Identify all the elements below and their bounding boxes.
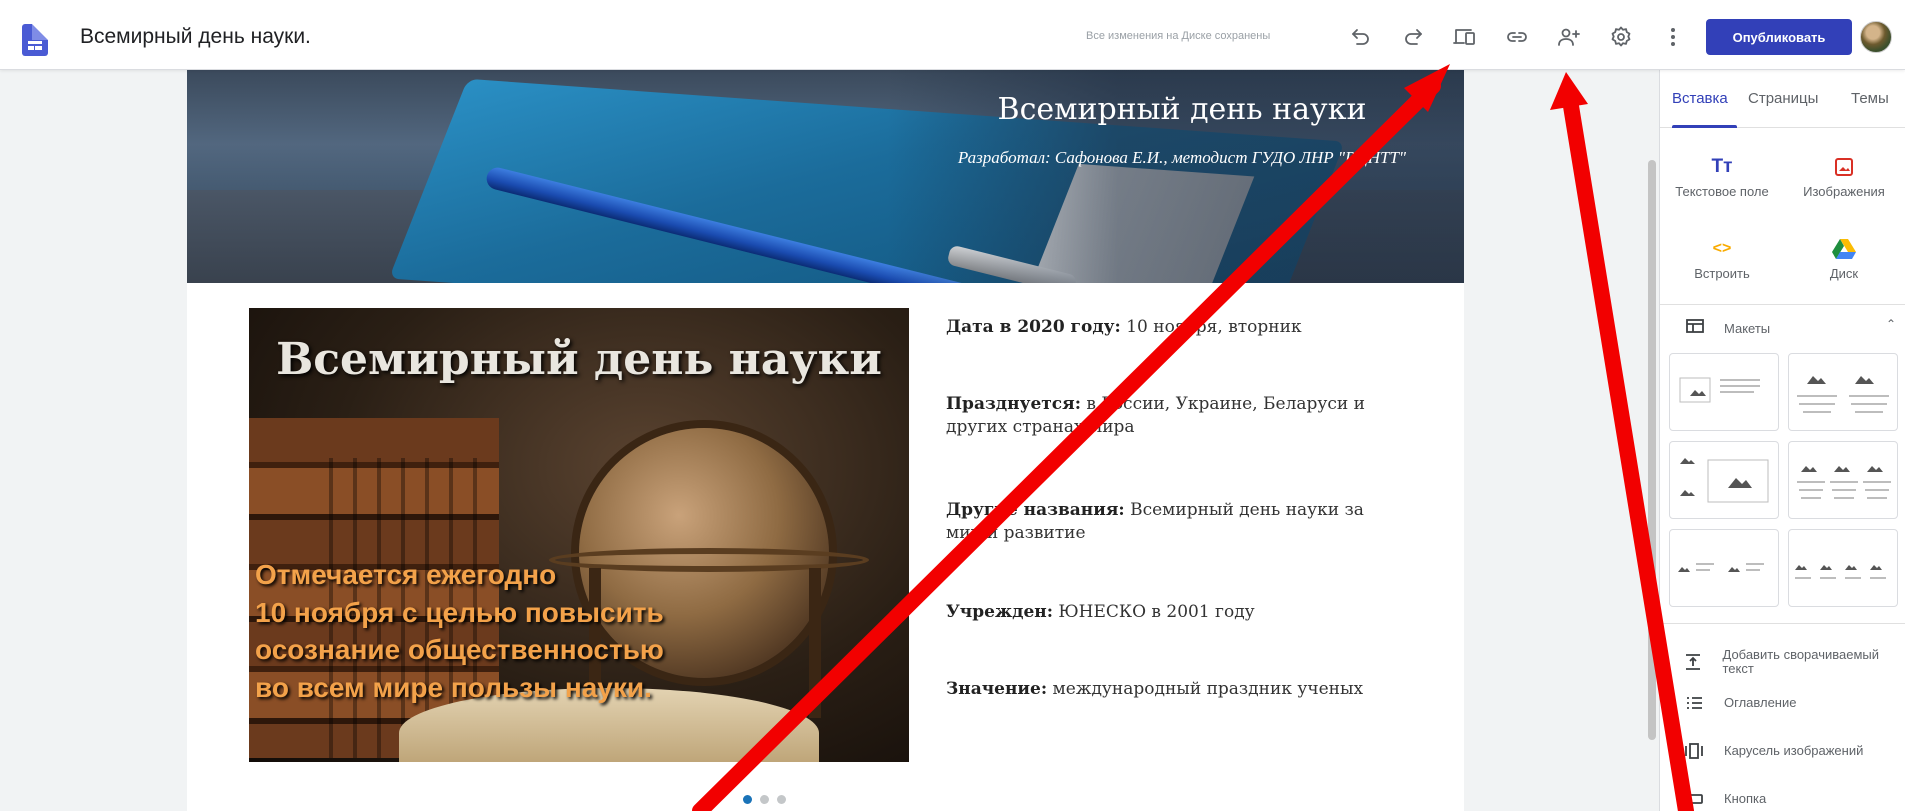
layouts-icon bbox=[1686, 318, 1704, 338]
fact-label: Празднуется: bbox=[946, 394, 1081, 414]
table-of-contents[interactable]: Оглавление bbox=[1682, 690, 1902, 716]
drive-icon bbox=[1784, 236, 1904, 262]
carousel-dot[interactable] bbox=[760, 795, 769, 804]
table-of-contents-icon bbox=[1682, 693, 1706, 713]
image-icon bbox=[1784, 154, 1904, 180]
publish-button[interactable]: Опубликовать bbox=[1706, 19, 1852, 55]
top-bar: Всемирный день науки. Все изменения на Д… bbox=[0, 0, 1905, 70]
site-title[interactable]: Всемирный день науки. bbox=[80, 25, 311, 49]
header-banner[interactable]: Всемирный день науки Разработал: Сафонов… bbox=[187, 70, 1464, 283]
layout-option[interactable] bbox=[1788, 353, 1898, 431]
fact-established: Учрежден: ЮНЕСКО в 2001 году bbox=[946, 601, 1255, 624]
fact-label: Значение: bbox=[946, 679, 1048, 699]
image-caption-line: Отмечается ежегодно bbox=[255, 559, 557, 590]
active-tab-indicator bbox=[1672, 125, 1737, 128]
image-carousel[interactable]: Карусель изображений bbox=[1682, 738, 1902, 764]
google-sites-icon[interactable] bbox=[22, 24, 48, 56]
component-label: Добавить сворачиваемый текст bbox=[1722, 646, 1880, 676]
page-canvas[interactable]: Всемирный день науки Разработал: Сафонов… bbox=[187, 70, 1464, 811]
insert-drive[interactable]: Диск bbox=[1784, 236, 1904, 281]
save-status: Все изменения на Диске сохранены bbox=[1086, 30, 1271, 42]
chevron-up-icon[interactable]: ⌃ bbox=[1886, 317, 1896, 331]
fact-other-names: Другие названия: Всемирный день науки за… bbox=[946, 499, 1394, 545]
insert-embed[interactable]: <> Встроить bbox=[1662, 236, 1782, 281]
panel-divider bbox=[1660, 304, 1905, 305]
image-title: Всемирный день науки bbox=[276, 334, 882, 385]
fact-meaning: Значение: международный праздник ученых bbox=[946, 678, 1363, 701]
preview-devices-icon[interactable] bbox=[1450, 22, 1480, 52]
image-caption-line: осознание общественностью bbox=[255, 634, 664, 666]
insert-text-box[interactable]: Tт Текстовое поле bbox=[1662, 154, 1782, 199]
fact-label: Другие названия: bbox=[946, 500, 1125, 520]
image-caption-line: 10 ноября с целью повысить bbox=[255, 596, 664, 628]
insert-item-label: Текстовое поле bbox=[1675, 184, 1769, 199]
hero-image[interactable]: Всемирный день науки Отмечается ежегодно… bbox=[249, 308, 909, 762]
image-caption-line: во всем мире пользы науки. bbox=[255, 671, 652, 703]
fact-date: Дата в 2020 году: 10 ноября, вторник bbox=[946, 316, 1302, 339]
fact-value: 10 ноября, вторник bbox=[1120, 317, 1302, 337]
text-box-icon: Tт bbox=[1711, 156, 1733, 177]
insert-panel: Вставка Страницы Темы Tт Текстовое поле … bbox=[1659, 70, 1905, 811]
more-vert-icon[interactable] bbox=[1658, 22, 1688, 52]
fact-celebrated: Празднуется: в России, Украине, Беларуси… bbox=[946, 393, 1394, 439]
link-icon[interactable] bbox=[1502, 22, 1532, 52]
fact-value: международный праздник ученых bbox=[1047, 679, 1364, 699]
layout-option[interactable] bbox=[1669, 441, 1779, 519]
layouts-section-header[interactable]: Макеты ⌃ bbox=[1686, 317, 1896, 339]
insert-item-label: Встроить bbox=[1694, 266, 1750, 281]
banner-subtitle[interactable]: Разработал: Сафонова Е.И., методист ГУДО… bbox=[947, 146, 1417, 170]
carousel-dots bbox=[743, 795, 786, 804]
canvas-scrollbar[interactable] bbox=[1648, 160, 1656, 740]
collapsible-text-icon bbox=[1682, 652, 1705, 672]
undo-icon[interactable] bbox=[1346, 22, 1376, 52]
layouts-label: Макеты bbox=[1724, 320, 1771, 336]
tab-themes[interactable]: Темы bbox=[1851, 90, 1889, 107]
layout-option[interactable] bbox=[1788, 441, 1898, 519]
image-caption: Отмечается ежегодно 10 ноября с целью по… bbox=[255, 556, 664, 706]
component-label: Оглавление bbox=[1724, 694, 1797, 710]
avatar[interactable] bbox=[1860, 21, 1892, 53]
insert-item-label: Изображения bbox=[1803, 184, 1885, 199]
component-label: Карусель изображений bbox=[1724, 742, 1864, 758]
add-collapsible-text[interactable]: Добавить сворачиваемый текст bbox=[1682, 645, 1902, 679]
insert-images[interactable]: Изображения bbox=[1784, 154, 1904, 199]
gear-icon[interactable] bbox=[1606, 22, 1636, 52]
embed-icon: <> bbox=[1712, 240, 1732, 257]
redo-icon[interactable] bbox=[1398, 22, 1428, 52]
add-person-icon[interactable] bbox=[1554, 22, 1584, 52]
layout-option[interactable] bbox=[1788, 529, 1898, 607]
tab-insert[interactable]: Вставка bbox=[1672, 90, 1728, 107]
banner-title[interactable]: Всемирный день науки bbox=[987, 92, 1377, 127]
tab-pages[interactable]: Страницы bbox=[1748, 90, 1818, 107]
button-icon bbox=[1682, 789, 1706, 809]
insert-button[interactable]: Кнопка bbox=[1682, 786, 1902, 811]
layout-option[interactable] bbox=[1669, 529, 1779, 607]
image-globe-leg bbox=[809, 568, 821, 718]
layout-option[interactable] bbox=[1669, 353, 1779, 431]
panel-divider bbox=[1660, 623, 1905, 624]
fact-value: ЮНЕСКО в 2001 году bbox=[1052, 602, 1255, 622]
image-carousel-icon bbox=[1682, 741, 1706, 761]
component-label: Кнопка bbox=[1724, 790, 1767, 806]
panel-tabs: Вставка Страницы Темы bbox=[1660, 70, 1905, 128]
carousel-dot[interactable] bbox=[743, 795, 752, 804]
insert-item-label: Диск bbox=[1829, 266, 1859, 281]
fact-label: Учрежден: bbox=[946, 602, 1053, 622]
carousel-dot[interactable] bbox=[777, 795, 786, 804]
fact-label: Дата в 2020 году: bbox=[946, 317, 1121, 337]
